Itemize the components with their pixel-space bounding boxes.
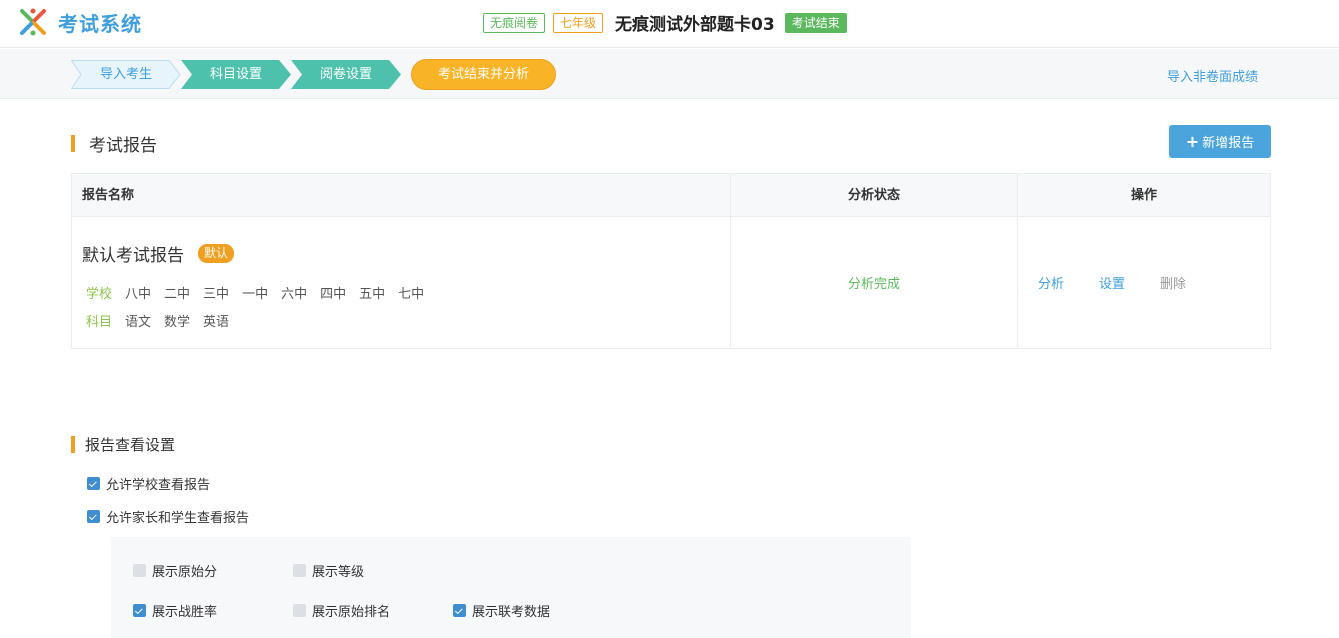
analyze-link[interactable]: 分析	[1038, 273, 1064, 292]
section-marker	[71, 436, 75, 453]
marking-mode-tag: 无痕阅卷	[483, 12, 546, 33]
show-joint-exam-checkbox[interactable]: 展示联考数据	[453, 601, 550, 620]
section-marker	[71, 135, 75, 152]
allow-parent-student-checkbox[interactable]: 允许家长和学生查看报告	[87, 507, 249, 526]
settings-section-title: 报告查看设置	[71, 434, 175, 455]
subject-label: 科目	[86, 315, 113, 330]
checkbox-checked-icon	[87, 510, 100, 523]
show-raw-score-checkbox[interactable]: 展示原始分	[133, 561, 217, 580]
school-item: 五中	[359, 287, 386, 302]
exam-title: 无痕测试外部题卡03	[615, 15, 775, 35]
col-actions: 操作	[1130, 188, 1157, 203]
add-report-button[interactable]: + 新增报告	[1169, 125, 1271, 158]
step-label: 导入考生	[99, 67, 152, 82]
section-title-text: 考试报告	[89, 136, 157, 156]
step-import-students[interactable]: 导入考生	[71, 60, 181, 89]
analysis-status: 分析完成	[731, 217, 1018, 348]
checkbox-checked-icon	[87, 477, 100, 490]
step-label: 阅卷设置	[319, 67, 372, 82]
school-item: 四中	[320, 287, 347, 302]
show-raw-rank-checkbox[interactable]: 展示原始排名	[293, 601, 390, 620]
logo-icon	[18, 7, 48, 37]
school-item: 一中	[242, 287, 269, 302]
show-win-rate-checkbox[interactable]: 展示战胜率	[133, 601, 217, 620]
col-analysis-status: 分析状态	[731, 174, 1018, 216]
top-header: 考试系统 无痕阅卷 七年级 无痕测试外部题卡03 考试结束	[0, 0, 1339, 48]
checkbox-unchecked-icon	[133, 564, 146, 577]
step-label: 科目设置	[209, 67, 262, 82]
app-title: 考试系统	[58, 11, 142, 36]
plus-icon: +	[1185, 132, 1200, 151]
subject-item: 语文	[125, 315, 152, 330]
display-options-panel	[111, 537, 911, 638]
school-item: 七中	[398, 287, 425, 302]
checkbox-checked-icon	[133, 604, 146, 617]
school-item: 二中	[164, 287, 191, 302]
school-label: 学校	[86, 287, 113, 302]
default-badge: 默认	[198, 244, 235, 263]
checkbox-label: 展示联考数据	[472, 605, 551, 620]
app-logo[interactable]: 考试系统	[18, 7, 142, 37]
checkbox-label: 允许家长和学生查看报告	[106, 511, 250, 526]
school-item: 三中	[203, 287, 230, 302]
reports-table: 报告名称 分析状态 操作 默认考试报告 默认 学校 八中 二中 三中 一中 六中…	[71, 173, 1271, 349]
checkbox-label: 允许学校查看报告	[106, 478, 211, 493]
checkbox-label: 展示原始排名	[312, 605, 391, 620]
step-marking-settings[interactable]: 阅卷设置	[291, 60, 401, 89]
import-non-paper-scores-link[interactable]: 导入非卷面成绩	[1167, 66, 1258, 85]
section-title-text: 报告查看设置	[85, 436, 176, 454]
actions-cell: 分析 设置 删除	[1018, 217, 1270, 348]
col-report-name: 报告名称	[72, 174, 731, 216]
checkbox-label: 展示战胜率	[152, 605, 218, 620]
school-list: 学校 八中 二中 三中 一中 六中 四中 五中 七中	[86, 283, 437, 302]
subject-item: 英语	[203, 315, 230, 330]
checkbox-label: 展示原始分	[152, 565, 218, 580]
settings-link[interactable]: 设置	[1099, 273, 1125, 292]
report-name-cell: 默认考试报告 默认 学校 八中 二中 三中 一中 六中 四中 五中 七中 科目 …	[72, 217, 731, 348]
school-item: 八中	[125, 287, 152, 302]
show-grade-checkbox[interactable]: 展示等级	[293, 561, 364, 580]
subject-list: 科目 语文 数学 英语	[86, 311, 242, 330]
checkbox-checked-icon	[453, 604, 466, 617]
table-row: 默认考试报告 默认 学校 八中 二中 三中 一中 六中 四中 五中 七中 科目 …	[72, 217, 1270, 348]
exam-info: 无痕阅卷 七年级 无痕测试外部题卡03 考试结束	[483, 10, 855, 35]
reports-section-title: 考试报告	[71, 131, 157, 156]
grade-tag: 七年级	[553, 12, 604, 33]
allow-school-checkbox[interactable]: 允许学校查看报告	[87, 474, 210, 493]
subject-item: 数学	[164, 315, 191, 330]
step-subject-settings[interactable]: 科目设置	[181, 60, 291, 89]
step-end-and-analyze[interactable]: 考试结束并分析	[411, 59, 556, 90]
checkbox-unchecked-icon	[293, 604, 306, 617]
report-name: 默认考试报告	[82, 246, 184, 266]
checkbox-unchecked-icon	[293, 564, 306, 577]
checkbox-label: 展示等级	[312, 565, 365, 580]
exam-status-badge: 考试结束	[784, 12, 847, 33]
progress-steps: 导入考生 科目设置 阅卷设置 考试结束并分析 导入非卷面成绩	[0, 49, 1339, 99]
add-report-label: 新增报告	[1202, 136, 1255, 151]
table-header: 报告名称 分析状态 操作	[72, 174, 1270, 217]
delete-link[interactable]: 删除	[1160, 273, 1186, 292]
school-item: 六中	[281, 287, 308, 302]
report-title: 默认考试报告 默认	[82, 241, 235, 266]
